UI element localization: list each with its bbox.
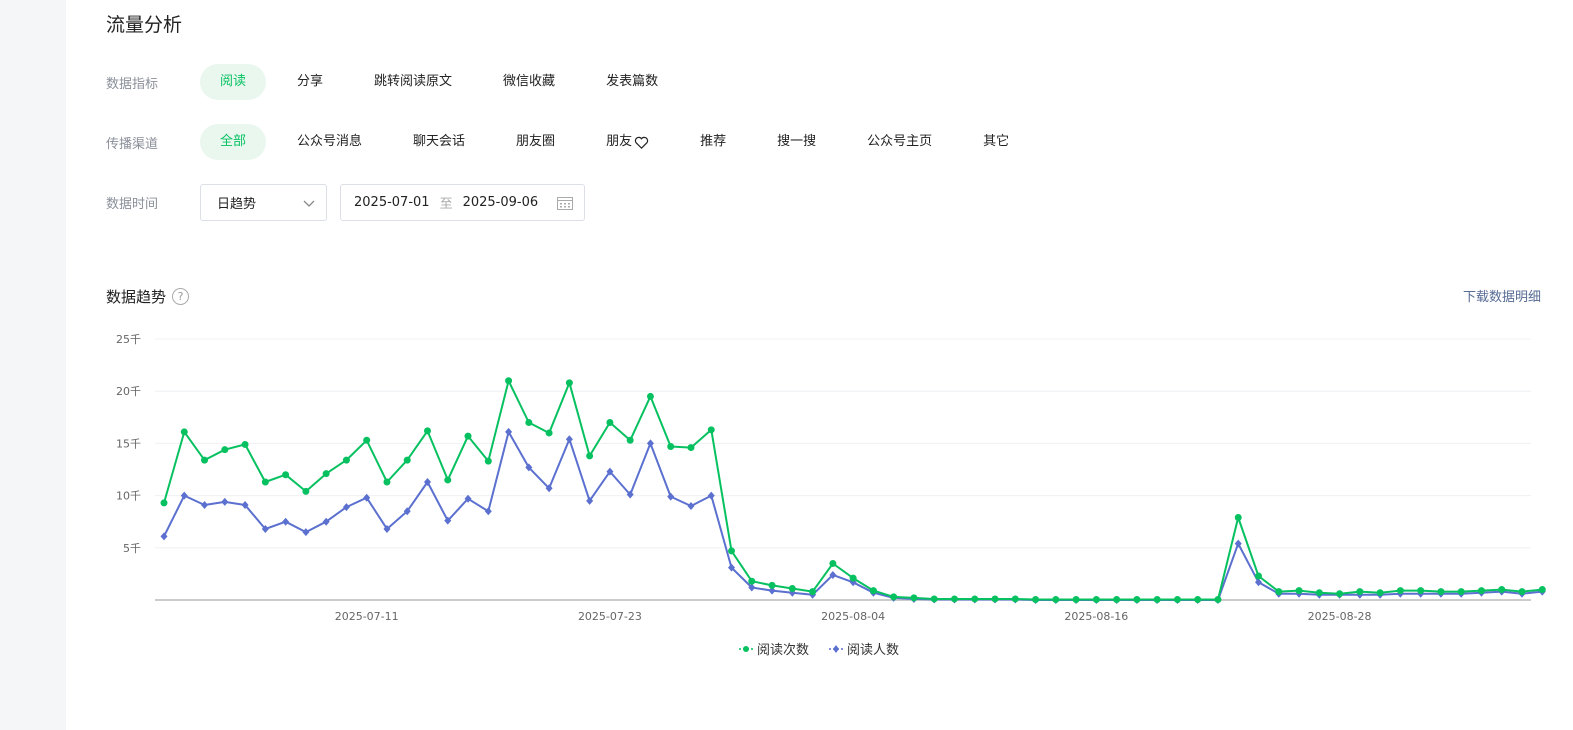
data-point: [829, 559, 837, 567]
x-tick-label: 2025-08-28: [1308, 610, 1372, 623]
data-point: [748, 577, 756, 585]
data-point: [1092, 595, 1100, 603]
legend-item-1[interactable]: 阅读人数: [829, 639, 899, 658]
data-point: [1133, 595, 1141, 603]
data-point: [464, 432, 472, 440]
data-point: [1295, 587, 1303, 595]
data-point: [221, 446, 229, 454]
data-point: [221, 497, 229, 506]
data-point: [201, 500, 209, 509]
data-point: [1356, 588, 1364, 596]
data-point: [363, 436, 371, 444]
y-tick-label: 25千: [116, 333, 141, 346]
data-point: [728, 547, 736, 555]
data-point: [241, 440, 249, 448]
data-point: [261, 478, 269, 486]
data-point: [930, 595, 938, 603]
data-point: [525, 419, 533, 427]
data-point: [667, 443, 675, 451]
data-point: [971, 595, 979, 603]
data-point: [809, 588, 817, 596]
data-point: [1255, 572, 1263, 580]
x-tick-label: 2025-08-04: [821, 610, 885, 623]
data-point: [950, 595, 958, 603]
legend-label: 阅读人数: [847, 643, 900, 658]
data-point: [302, 487, 310, 495]
data-point: [991, 595, 999, 603]
data-point: [423, 427, 431, 435]
data-point: [444, 476, 452, 484]
legend-label: 阅读次数: [757, 643, 810, 658]
data-point: [565, 435, 573, 444]
data-point: [1457, 588, 1465, 596]
main-panel: 流量分析 数据指标 阅读 分享 跳转阅读原文 微信收藏 发表篇数 传播渠道 全部 公众号消…: [66, 0, 1573, 730]
data-point: [160, 499, 168, 507]
data-point: [282, 471, 290, 479]
x-tick-label: 2025-07-23: [578, 610, 642, 623]
data-point: [505, 377, 513, 385]
data-point: [869, 587, 877, 595]
data-point: [1194, 595, 1202, 603]
data-point: [1173, 595, 1181, 603]
x-tick-label: 2025-08-16: [1064, 610, 1128, 623]
data-point: [788, 585, 796, 593]
data-point: [1052, 595, 1060, 603]
data-point: [707, 426, 715, 434]
data-point: [1518, 588, 1526, 596]
data-point: [1396, 587, 1404, 595]
data-point: [1153, 595, 1161, 603]
data-point: [707, 491, 715, 500]
data-point: [1315, 589, 1323, 597]
data-point: [1336, 590, 1344, 598]
data-point: [403, 456, 411, 464]
data-point: [1477, 587, 1485, 595]
legend-item-0[interactable]: 阅读次数: [739, 639, 809, 658]
x-tick-label: 2025-07-11: [335, 610, 399, 623]
y-tick-label: 10千: [116, 490, 141, 503]
y-tick-label: 15千: [116, 437, 141, 450]
data-point: [849, 574, 857, 582]
data-point: [1417, 587, 1425, 595]
data-point: [1538, 586, 1546, 594]
data-point: [484, 457, 492, 465]
legend-marker-icon: [739, 645, 753, 652]
data-point: [180, 428, 188, 436]
data-point: [606, 419, 614, 427]
data-point: [687, 502, 695, 511]
trend-chart: 5千 10千 15千 20千 25千 2025-07-11 2025-07-23 2025-0…: [116, 333, 1546, 623]
data-point: [282, 517, 290, 526]
data-point: [1275, 588, 1283, 596]
data-point: [484, 507, 492, 516]
data-point: [342, 456, 350, 464]
data-point: [1214, 595, 1222, 603]
data-point: [565, 379, 573, 387]
data-point: [667, 492, 675, 501]
data-point: [1437, 588, 1445, 596]
data-point: [687, 444, 695, 452]
data-point: [890, 593, 898, 601]
data-point: [1234, 514, 1242, 522]
data-point: [383, 478, 391, 486]
data-point: [1498, 586, 1506, 594]
data-point: [768, 581, 776, 589]
data-point: [586, 452, 594, 460]
data-point: [201, 456, 209, 464]
data-point: [1376, 589, 1384, 597]
data-point: [322, 470, 330, 478]
data-point: [1113, 595, 1121, 603]
chart-legend: 阅读次数 阅读人数: [739, 639, 919, 658]
data-point: [626, 436, 634, 444]
y-tick-label: 5千: [123, 542, 141, 555]
data-point: [1011, 595, 1019, 603]
data-point: [302, 528, 310, 537]
data-point: [1072, 595, 1080, 603]
data-point: [545, 429, 553, 437]
data-point: [646, 439, 654, 448]
y-tick-label: 20千: [116, 385, 141, 398]
data-point: [1032, 595, 1040, 603]
data-point: [910, 594, 918, 602]
data-point: [646, 392, 654, 400]
legend-marker-icon: [829, 644, 844, 653]
series-line-0: [163, 379, 1543, 601]
